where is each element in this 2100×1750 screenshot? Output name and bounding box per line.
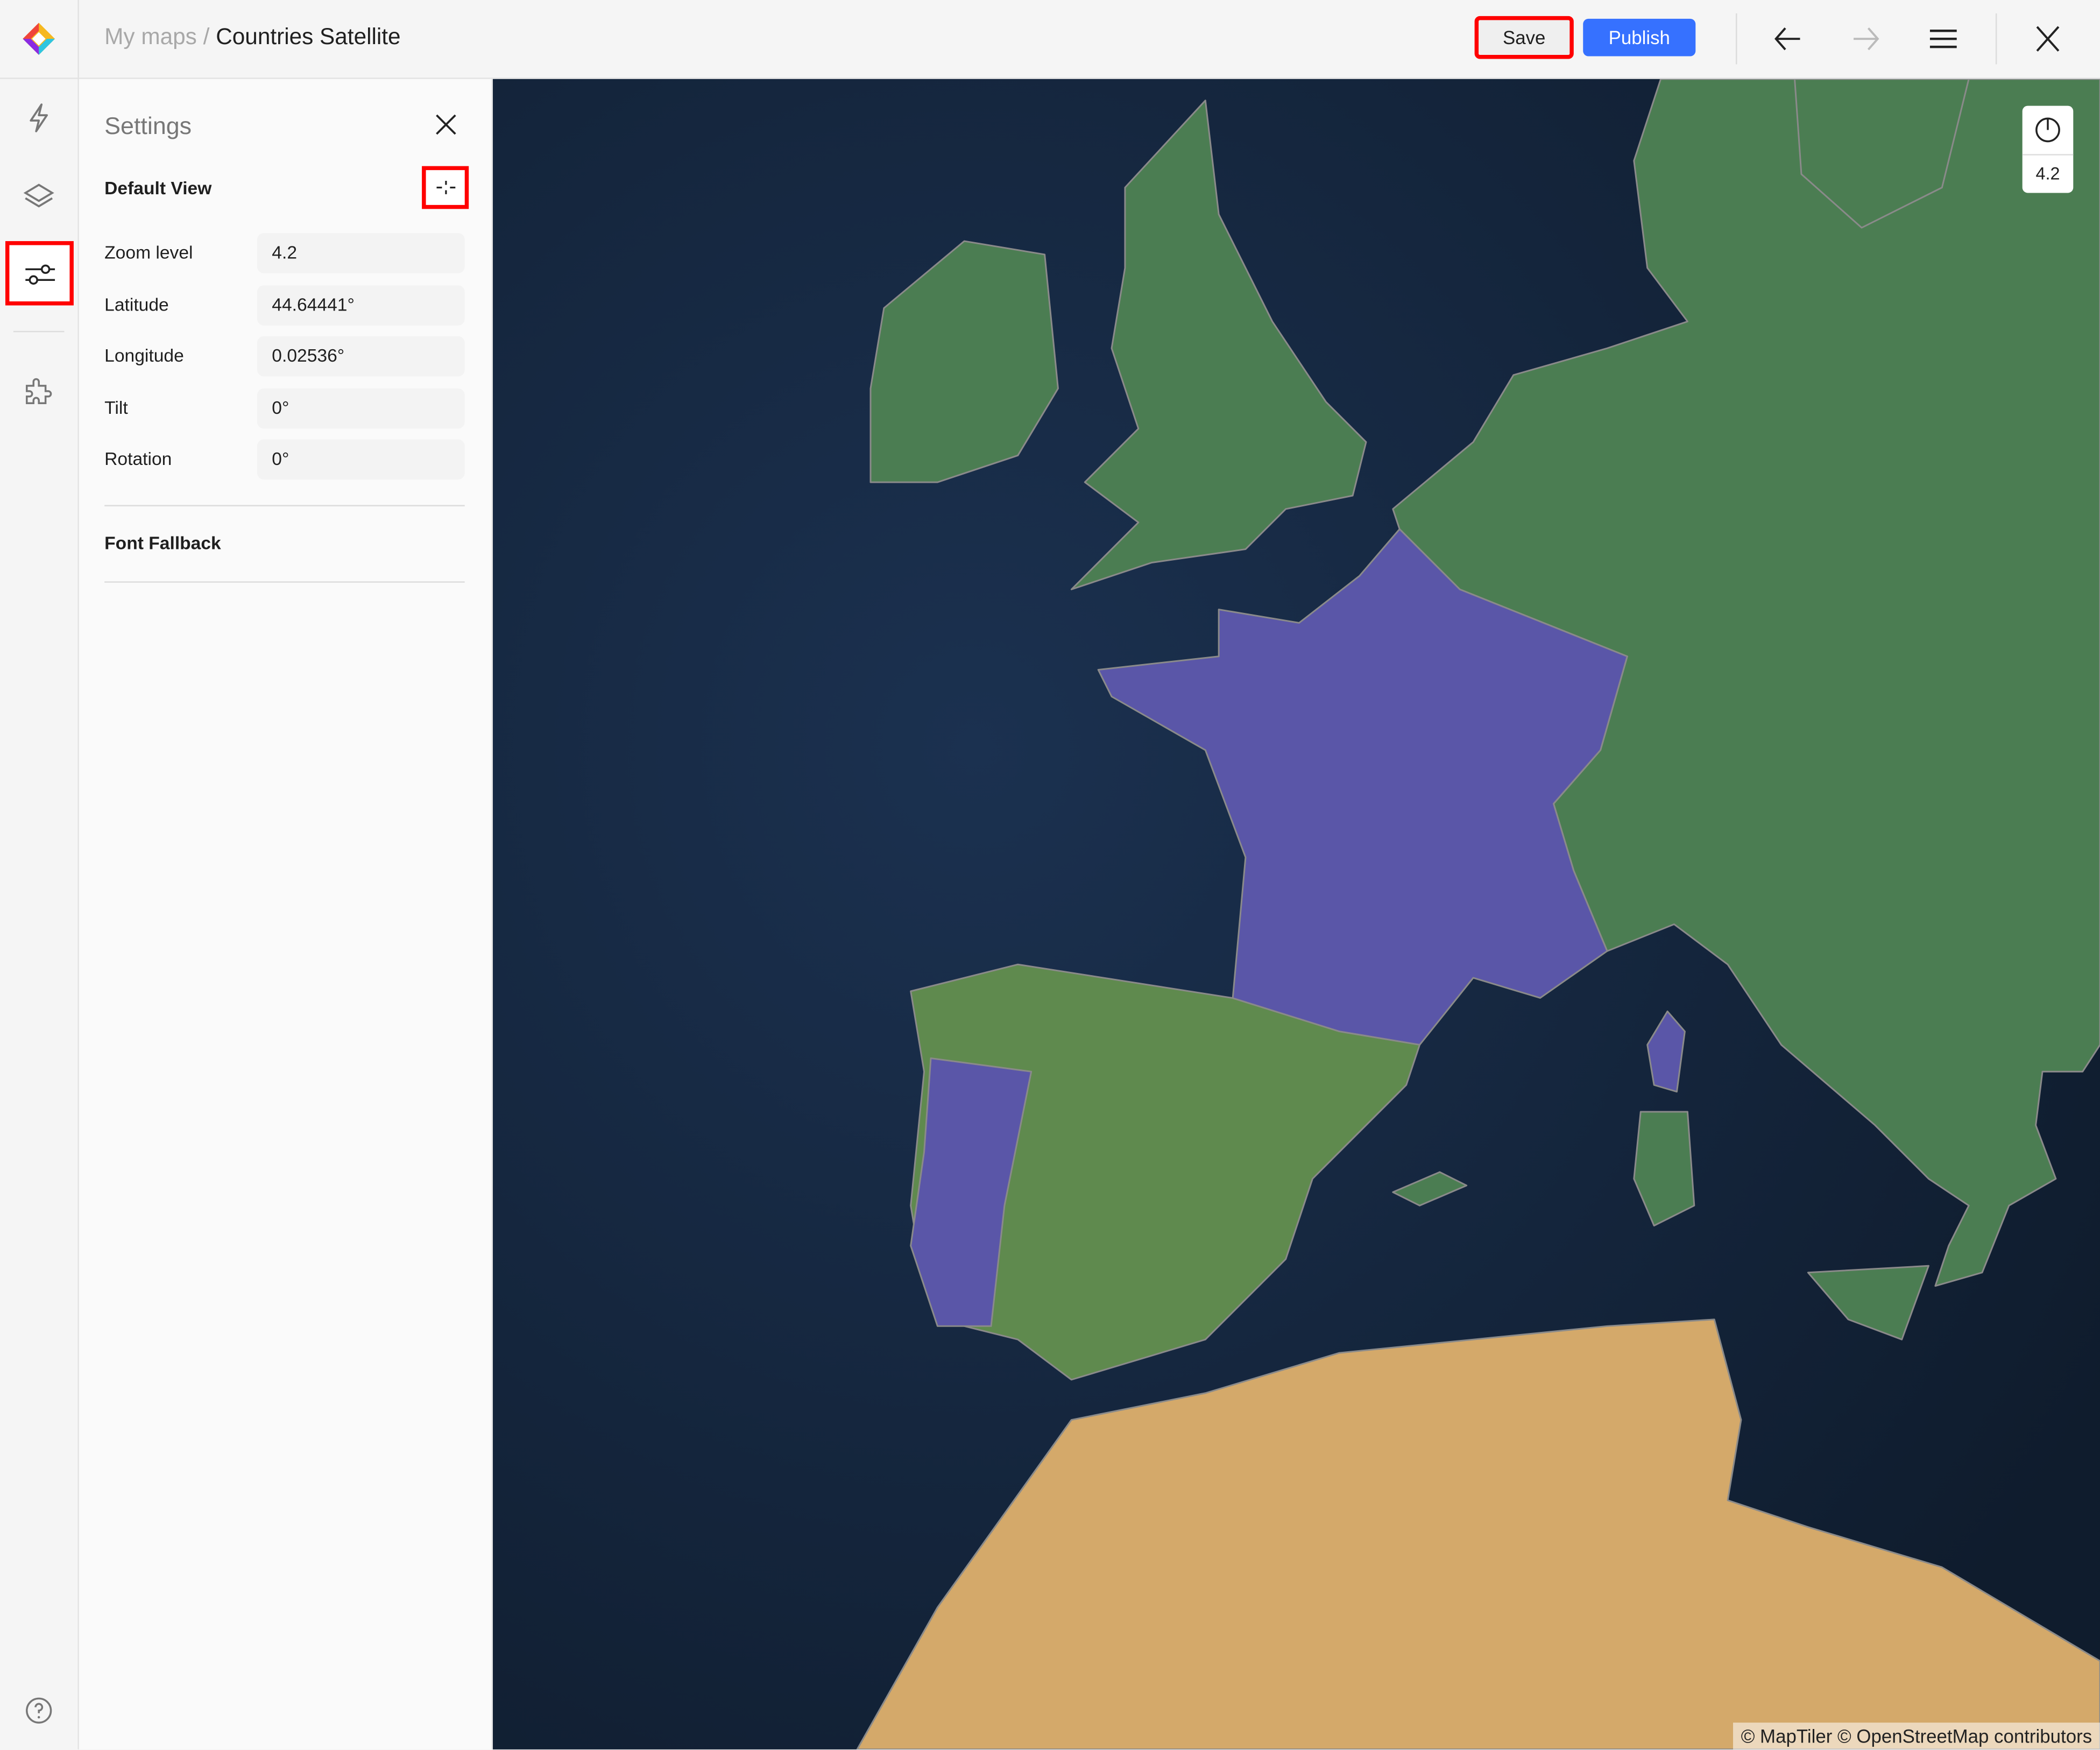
default-view-heading: Default View <box>104 178 212 199</box>
zoom-level-field: Zoom level 4.2 <box>104 233 465 273</box>
field-label: Tilt <box>104 398 128 418</box>
redo-arrow-icon[interactable] <box>1848 22 1883 57</box>
divider <box>104 581 465 583</box>
rotation-input[interactable]: 0° <box>257 439 465 480</box>
crosshair-icon <box>436 181 456 194</box>
sliders-icon <box>25 264 55 285</box>
satellite-map <box>493 79 2100 1749</box>
app-logo[interactable] <box>22 22 56 57</box>
divider <box>104 505 465 506</box>
zoom-indicator: 4.2 <box>2022 105 2074 193</box>
breadcrumb-my-maps[interactable]: My maps <box>104 24 197 50</box>
map-title[interactable]: Countries Satellite <box>216 24 400 50</box>
field-label: Latitude <box>104 294 169 315</box>
lightning-icon[interactable] <box>23 102 55 134</box>
menu-icon[interactable] <box>1926 22 1961 57</box>
tilt-field: Tilt 0° <box>104 388 465 429</box>
set-current-view-button[interactable] <box>422 166 469 209</box>
map-canvas[interactable]: 4.2 © MapTiler © OpenStreetMap contribut… <box>493 79 2100 1749</box>
zoom-level-input[interactable]: 4.2 <box>257 233 465 273</box>
breadcrumb-separator: / <box>203 24 210 50</box>
zoom-value: 4.2 <box>2035 163 2060 184</box>
breadcrumb: My maps / Countries Satellite <box>104 24 400 51</box>
latitude-field: Latitude 44.64441° <box>104 285 465 326</box>
close-editor-icon[interactable] <box>2031 22 2066 57</box>
field-label: Longitude <box>104 345 184 366</box>
field-label: Rotation <box>104 448 172 469</box>
layers-icon[interactable] <box>23 180 55 212</box>
close-icon[interactable] <box>433 111 459 138</box>
field-label: Zoom level <box>104 242 193 263</box>
map-attribution[interactable]: © MapTiler © OpenStreetMap contributors <box>1733 1723 2100 1749</box>
left-rail <box>0 79 78 1749</box>
divider <box>1995 13 1997 65</box>
puzzle-icon[interactable] <box>23 375 55 407</box>
settings-panel: Settings Default View Zoom level 4.2 Lat… <box>79 79 493 1749</box>
longitude-input[interactable]: 0.02536° <box>257 336 465 377</box>
settings-rail-button[interactable] <box>5 241 74 306</box>
divider <box>2022 154 2074 156</box>
help-icon[interactable] <box>23 1695 55 1727</box>
save-button[interactable]: Save <box>1474 16 1574 59</box>
publish-button[interactable]: Publish <box>1583 18 1696 57</box>
undo-arrow-icon[interactable] <box>1771 22 1806 57</box>
compass-icon[interactable] <box>2034 117 2061 144</box>
longitude-field: Longitude 0.02536° <box>104 336 465 377</box>
tilt-input[interactable]: 0° <box>257 388 465 429</box>
font-fallback-section[interactable]: Font Fallback <box>104 533 221 553</box>
divider <box>13 330 65 333</box>
top-bar: My maps / Countries Satellite Save Publi… <box>0 0 2100 79</box>
rotation-field: Rotation 0° <box>104 439 465 480</box>
latitude-input[interactable]: 44.64441° <box>257 285 465 326</box>
divider <box>1736 13 1737 65</box>
panel-title: Settings <box>104 112 192 139</box>
